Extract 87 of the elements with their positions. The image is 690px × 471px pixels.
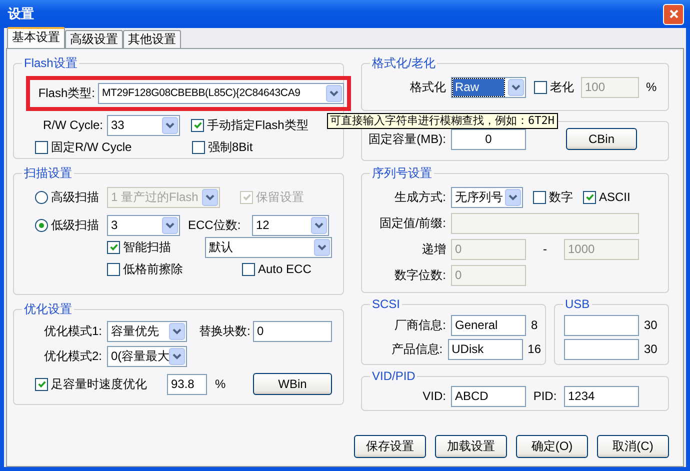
field-label: % bbox=[646, 80, 657, 94]
checkbox[interactable] bbox=[242, 262, 255, 276]
checkbox[interactable] bbox=[191, 118, 204, 132]
text-field[interactable] bbox=[564, 314, 639, 336]
dropdown[interactable]: 0(容量最大 bbox=[107, 346, 187, 366]
field-label: ECC位数: bbox=[188, 216, 242, 234]
checkbox[interactable] bbox=[35, 378, 48, 390]
text-field[interactable] bbox=[564, 338, 639, 360]
field-label: 生成方式: bbox=[394, 188, 446, 206]
field-label: 固定值/前缀: bbox=[378, 214, 446, 232]
field-label: 固定容量(MB): bbox=[368, 130, 446, 148]
text-field[interactable]: General bbox=[451, 314, 526, 336]
text-field[interactable]: ABCD bbox=[451, 386, 526, 406]
field-label: 优化模式1: bbox=[42, 322, 102, 340]
checkbox[interactable] bbox=[35, 140, 48, 154]
dropdown[interactable]: 默认 bbox=[205, 236, 332, 258]
field-label: VID: bbox=[422, 389, 446, 403]
group-title: VID/PID bbox=[371, 369, 416, 383]
text-field[interactable]: UDisk bbox=[448, 338, 523, 360]
window-title: 设置 bbox=[8, 5, 34, 23]
checkbox-label: 老化 bbox=[550, 78, 574, 96]
action-button[interactable]: WBin bbox=[253, 373, 332, 395]
checkbox-label: 低格前擦除 bbox=[123, 260, 183, 278]
field-label: 30 bbox=[644, 318, 658, 332]
field-label: 优化模式2: bbox=[42, 348, 102, 364]
field-label: PID: bbox=[532, 389, 558, 403]
radio-label: 低级扫描 bbox=[51, 216, 99, 234]
checkbox-label: 固定R/W Cycle bbox=[51, 138, 132, 156]
dropdown[interactable]: 12 bbox=[252, 214, 329, 236]
dropdown[interactable]: 无序列号 bbox=[451, 186, 523, 208]
checkbox-label: 数字 bbox=[549, 188, 573, 206]
dropdown[interactable]: MT29F128G08CBEBB(L85C){2C84643CA9 bbox=[98, 83, 344, 104]
group-title: 优化设置 bbox=[23, 301, 73, 318]
checkbox-label: 足容量时速度优化 bbox=[51, 376, 147, 392]
group-title: USB bbox=[564, 297, 591, 311]
radio-button[interactable] bbox=[35, 218, 48, 232]
checkbox-label: 手动指定Flash类型 bbox=[207, 116, 308, 134]
field-label: R/W Cycle: bbox=[42, 118, 103, 132]
field-label: 30 bbox=[644, 342, 658, 356]
tab[interactable]: 高级设置 bbox=[65, 30, 123, 48]
checkbox[interactable] bbox=[534, 80, 547, 94]
checkbox-label: ASCII bbox=[599, 190, 630, 204]
field-label: 16 bbox=[528, 342, 541, 356]
dialog-button[interactable]: 确定(O) bbox=[516, 435, 588, 458]
dropdown[interactable]: Raw bbox=[451, 76, 526, 98]
checkbox-label: 智能扫描 bbox=[123, 238, 171, 256]
field-label: 8 bbox=[531, 318, 538, 332]
field-label: 产品信息: bbox=[390, 340, 443, 358]
tab[interactable]: 其他设置 bbox=[123, 30, 181, 48]
checkbox[interactable] bbox=[107, 262, 120, 276]
dropdown[interactable]: 容量优先 bbox=[107, 320, 187, 342]
checkbox[interactable] bbox=[583, 190, 596, 204]
checkbox[interactable] bbox=[107, 240, 120, 254]
dialog-button[interactable]: 加载设置 bbox=[435, 435, 507, 458]
checkbox-label: 强制8Bit bbox=[208, 138, 253, 156]
close-icon[interactable] bbox=[668, 9, 678, 19]
field-label: 替换块数: bbox=[199, 322, 252, 340]
group-title: 格式化/老化 bbox=[371, 55, 436, 72]
text-field[interactable]: 93.8 bbox=[167, 374, 207, 394]
group-title: 扫描设置 bbox=[23, 165, 73, 182]
checkbox-label: 保留设置 bbox=[256, 188, 304, 206]
tooltip: 可直接输入字符串进行模糊查找，例如：6T2H bbox=[327, 113, 558, 129]
field-label: - bbox=[542, 242, 548, 256]
field-label: 数字位数: bbox=[394, 266, 446, 284]
text-field[interactable]: 0 bbox=[451, 128, 526, 150]
field-label: 厂商信息: bbox=[394, 316, 446, 334]
checkbox[interactable] bbox=[533, 190, 546, 204]
text-field[interactable]: 0 bbox=[253, 320, 332, 342]
radio-label: 高级扫描 bbox=[51, 188, 99, 206]
tab[interactable]: 基本设置 bbox=[7, 27, 65, 48]
dropdown[interactable]: 33 bbox=[107, 114, 180, 136]
field-label: Flash类型: bbox=[38, 85, 95, 102]
checkbox-label: Auto ECC bbox=[258, 262, 312, 276]
field-label: 递增 bbox=[421, 240, 446, 258]
checkbox[interactable] bbox=[192, 140, 205, 154]
close-button[interactable] bbox=[663, 4, 684, 24]
dialog-button[interactable]: 保存设置 bbox=[354, 435, 426, 458]
radio-button[interactable] bbox=[35, 190, 48, 204]
group-title: Flash设置 bbox=[23, 55, 78, 72]
action-button[interactable]: CBin bbox=[566, 128, 637, 150]
field-label: % bbox=[215, 377, 227, 391]
dialog-button[interactable]: 取消(C) bbox=[597, 435, 669, 458]
text-field[interactable]: 1234 bbox=[564, 386, 639, 406]
field-label: 格式化 bbox=[409, 78, 446, 96]
group-title: 序列号设置 bbox=[371, 165, 433, 182]
group-title: SCSI bbox=[371, 297, 402, 311]
dropdown[interactable]: 3 bbox=[107, 214, 180, 236]
